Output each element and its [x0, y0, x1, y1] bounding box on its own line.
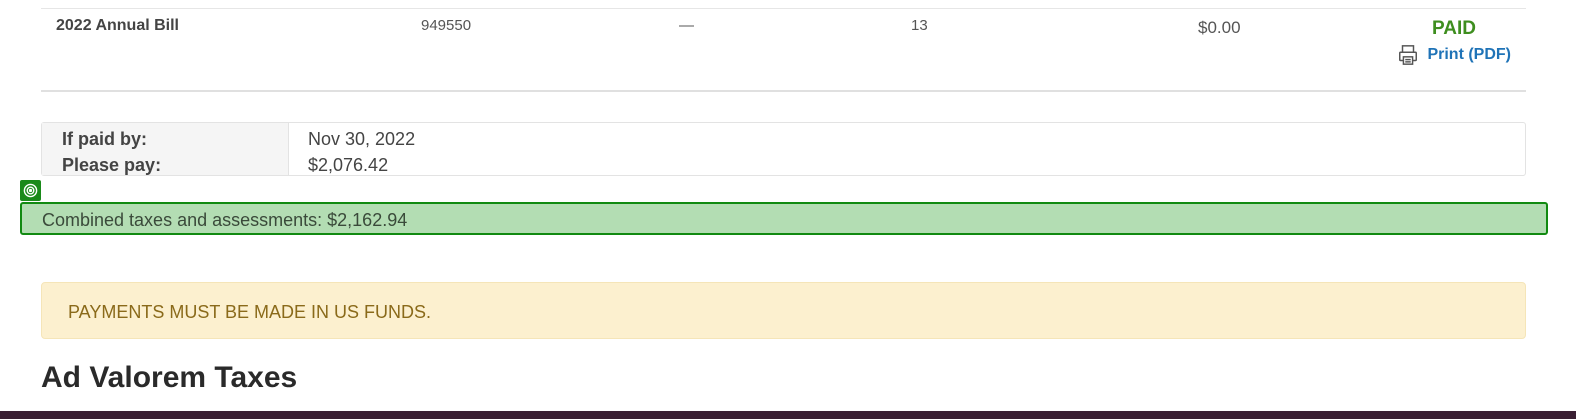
payment-box: If paid by: Please pay: Nov 30, 2022 $2,… [41, 122, 1526, 176]
if-paid-label: If paid by: [62, 129, 147, 149]
bill-dash: — [679, 17, 694, 34]
payment-labels: If paid by: Please pay: [42, 123, 289, 175]
bill-title: 2022 Annual Bill [56, 17, 179, 34]
if-paid-value: Nov 30, 2022 [308, 129, 416, 149]
footer-bar [0, 411, 1576, 419]
bill-count: 13 [911, 17, 928, 34]
bill-amount: $0.00 [1198, 18, 1241, 37]
bill-number: 949550 [421, 17, 472, 34]
print-pdf-label: Print (PDF) [1427, 46, 1511, 63]
target-icon [20, 180, 41, 201]
bill-row: 2022 Annual Bill 949550 — 13 $0.00 PAID … [41, 8, 1526, 92]
please-pay-value: $2,076.42 [308, 155, 389, 175]
printer-icon [1399, 45, 1418, 65]
status-badge: PAID [1432, 18, 1476, 39]
combined-taxes-row: Combined taxes and assessments: $2,162.9… [20, 202, 1548, 235]
please-pay-label: Please pay: [62, 155, 162, 175]
section-title: Ad Valorem Taxes [41, 361, 298, 394]
payment-values: Nov 30, 2022 $2,076.42 [289, 123, 415, 175]
us-funds-alert: PAYMENTS MUST BE MADE IN US FUNDS. [41, 282, 1526, 339]
print-pdf-link[interactable]: Print (PDF) [1397, 44, 1511, 66]
